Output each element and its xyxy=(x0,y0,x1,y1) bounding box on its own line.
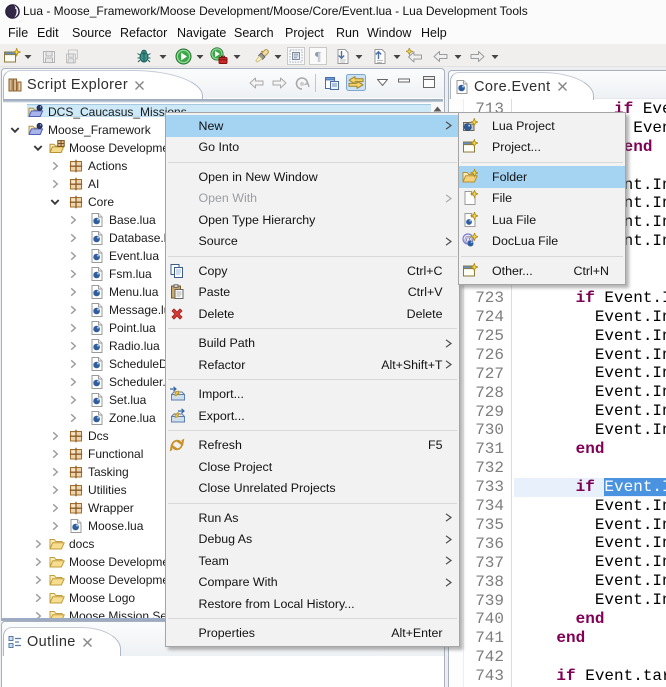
svg-text:¶: ¶ xyxy=(315,49,321,64)
